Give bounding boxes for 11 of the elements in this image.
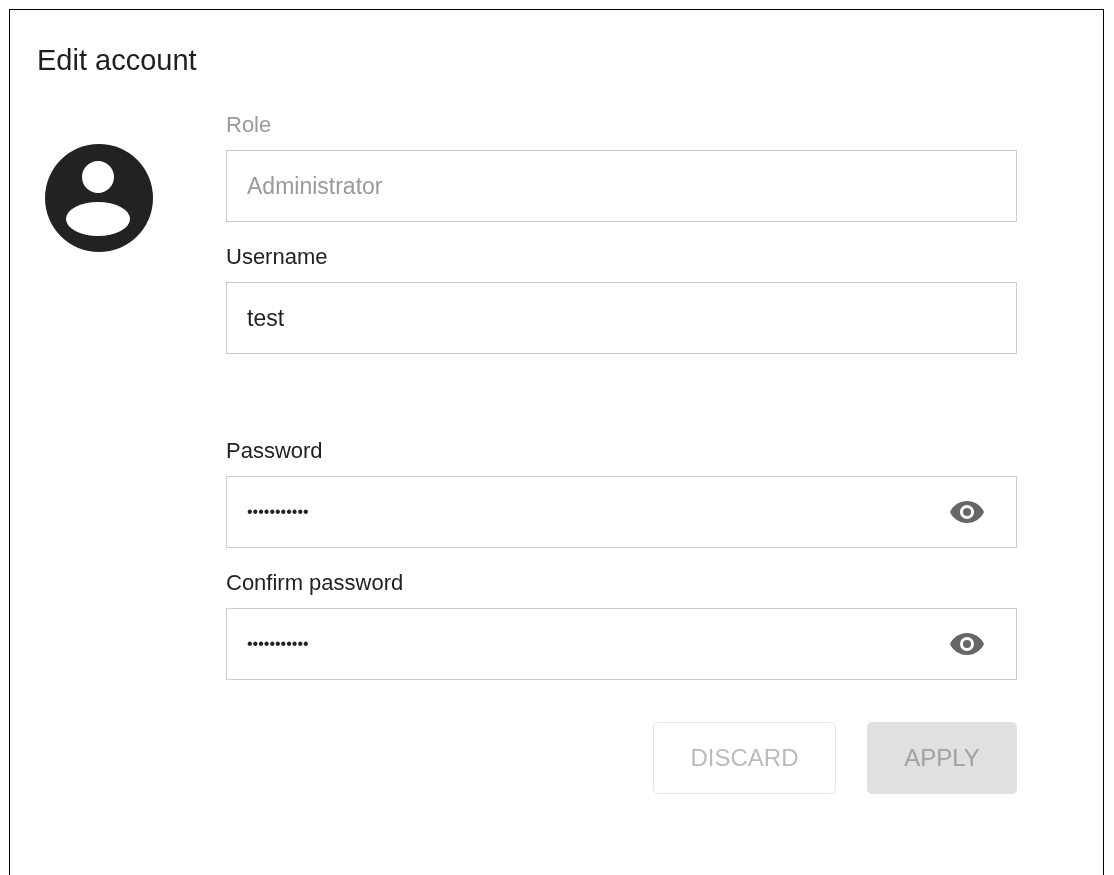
dialog-title: Edit account (37, 43, 198, 78)
field-label: Confirm password (226, 570, 404, 596)
input-field[interactable]: test (226, 282, 1017, 354)
field-label: Role (226, 112, 272, 138)
field-label: Password (226, 438, 323, 464)
password-field[interactable]: ••••••••••• (226, 608, 1017, 680)
eye-icon[interactable] (950, 633, 984, 655)
field-label: Username (226, 244, 328, 270)
password-field[interactable]: ••••••••••• (226, 476, 1017, 548)
eye-icon[interactable] (950, 501, 984, 523)
account-icon (45, 144, 153, 252)
